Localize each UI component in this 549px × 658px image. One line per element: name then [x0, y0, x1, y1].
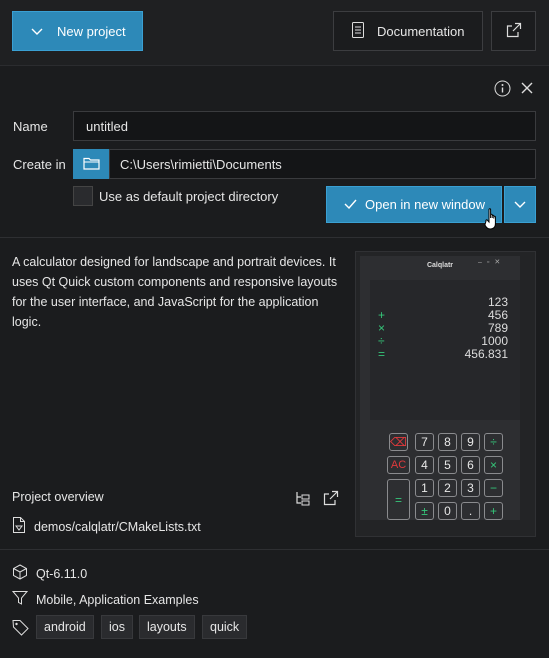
project-file-path: demos/calqlatr/CMakeLists.txt	[34, 519, 201, 534]
hand-cursor-icon	[484, 207, 502, 234]
create-in-value: C:\Users\rimietti\Documents	[120, 156, 282, 172]
preview-key: .	[461, 502, 480, 520]
preview-key: 0	[438, 502, 457, 520]
documentation-button[interactable]: Documentation	[333, 11, 483, 51]
preview-key: 1	[415, 479, 434, 497]
preview-key: −	[484, 479, 503, 497]
external-link-icon[interactable]	[321, 488, 341, 508]
section-divider	[0, 549, 549, 550]
documentation-label: Documentation	[377, 23, 465, 39]
preview-key-equals: =	[387, 479, 410, 520]
tag-ios[interactable]: ios	[101, 615, 133, 639]
preview-key: 5	[438, 456, 457, 474]
cube-icon	[12, 564, 28, 583]
cmake-file-icon	[12, 517, 26, 536]
create-in-label: Create in	[13, 157, 66, 172]
name-input[interactable]: untitled	[73, 111, 536, 141]
new-project-label: New project	[57, 23, 126, 39]
open-button-label: Open in new window	[365, 197, 485, 212]
preview-key: ÷	[484, 433, 503, 451]
filter-icon	[11, 590, 29, 609]
checkmark-icon	[344, 197, 357, 212]
tag-android[interactable]: android	[36, 615, 94, 639]
categories-row: Mobile, Application Examples	[11, 590, 199, 609]
preview-key: 3	[461, 479, 480, 497]
preview-window-controls: –▫✕	[478, 259, 506, 266]
tag-quick[interactable]: quick	[202, 615, 248, 639]
preview-key: ×	[484, 456, 503, 474]
open-external-button[interactable]	[491, 11, 536, 51]
open-in-new-window-button[interactable]: Open in new window	[326, 186, 502, 223]
preview-key: 2	[438, 479, 457, 497]
tag-icon	[12, 619, 29, 639]
document-icon	[351, 21, 365, 41]
project-overview-label: Project overview	[12, 490, 104, 504]
info-icon[interactable]	[492, 78, 512, 98]
folder-icon	[82, 156, 100, 173]
section-divider	[0, 237, 549, 238]
default-directory-label: Use as default project directory	[99, 189, 279, 204]
preview-row: = 456.831	[378, 347, 508, 361]
preview-key: +	[484, 502, 503, 520]
create-in-input[interactable]: C:\Users\rimietti\Documents	[109, 149, 536, 179]
close-icon[interactable]	[517, 78, 537, 98]
categories: Mobile, Application Examples	[36, 592, 199, 607]
chevron-down-icon	[514, 197, 526, 212]
preview-key: 4	[415, 456, 434, 474]
preview-key: 9	[461, 433, 480, 451]
qt-version-row: Qt-6.11.0	[12, 564, 87, 583]
new-project-button[interactable]: New project	[12, 11, 143, 51]
tree-view-icon[interactable]	[293, 488, 313, 508]
external-link-icon	[506, 22, 522, 41]
project-file-link[interactable]: demos/calqlatr/CMakeLists.txt	[12, 517, 201, 536]
chevron-down-icon	[31, 24, 43, 39]
preview-key: AC	[387, 456, 410, 474]
tag-layouts[interactable]: layouts	[139, 615, 195, 639]
preview-key: ⌫	[389, 433, 408, 451]
default-directory-checkbox[interactable]	[73, 186, 93, 206]
preview-key: 6	[461, 456, 480, 474]
name-label: Name	[13, 119, 48, 134]
preview-key: 7	[415, 433, 434, 451]
browse-folder-button[interactable]	[73, 149, 109, 179]
preview-key: ±	[415, 502, 434, 520]
qt-version: Qt-6.11.0	[36, 566, 88, 581]
example-description: A calculator designed for landscape and …	[12, 255, 338, 329]
preview-key: 8	[438, 433, 457, 451]
open-options-dropdown[interactable]	[504, 186, 536, 223]
name-value: untitled	[86, 118, 128, 134]
